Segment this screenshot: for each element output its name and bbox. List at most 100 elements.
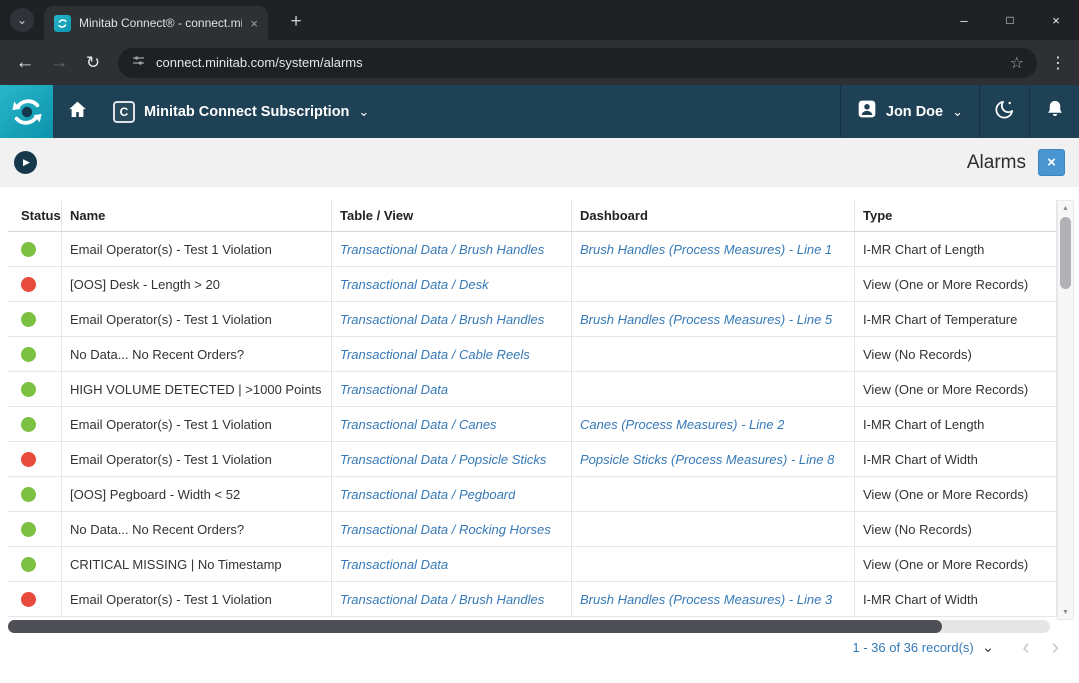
notifications-button[interactable] <box>1029 85 1079 138</box>
url-bar[interactable]: connect.minitab.com/system/alarms ☆ <box>118 48 1037 78</box>
chevron-down-icon: ⌄ <box>17 13 27 27</box>
table-view-link[interactable]: Transactional Data / Rocking Horses <box>340 522 551 537</box>
close-icon: × <box>1047 154 1056 171</box>
home-button[interactable] <box>53 85 101 138</box>
table-row[interactable]: CRITICAL MISSING | No Timestamp Transacti… <box>8 547 1057 582</box>
browser-titlebar: ⌄ Minitab Connect® - connect.mi × + – □ … <box>0 0 1079 40</box>
panel-close-button[interactable]: × <box>1038 149 1065 176</box>
page-size-dropdown-icon[interactable]: ⌄ <box>982 640 995 655</box>
new-tab-button[interactable]: + <box>284 10 308 34</box>
dashboard-cell <box>572 372 855 406</box>
user-name: Jon Doe <box>886 104 943 120</box>
table-view-cell: Transactional Data <box>332 372 572 406</box>
table-view-link[interactable]: Transactional Data / Brush Handles <box>340 592 544 607</box>
bell-icon <box>1045 99 1065 124</box>
next-page-icon[interactable]: › <box>1052 636 1059 658</box>
bookmark-star-icon[interactable]: ☆ <box>1010 53 1024 73</box>
vertical-scrollbar[interactable]: ▲ ▼ <box>1057 200 1074 620</box>
table-row[interactable]: [OOS] Pegboard - Width < 52Transactional… <box>8 477 1057 512</box>
column-header-status[interactable]: Status <box>8 200 62 231</box>
dashboard-link[interactable]: Brush Handles (Process Measures) - Line … <box>580 242 832 257</box>
table-view-cell: Transactional Data / Pegboard <box>332 477 572 511</box>
name-cell: Email Operator(s) - Test 1 Violation <box>62 232 332 266</box>
table-view-link[interactable]: Transactional Data / Brush Handles <box>340 242 544 257</box>
table-row[interactable]: Email Operator(s) - Test 1 Violation Tran… <box>8 442 1057 477</box>
column-header-dashboard[interactable]: Dashboard <box>572 200 855 231</box>
pagination: 1 - 36 of 36 record(s) ⌄ ‹ › <box>852 634 1059 660</box>
table-row[interactable]: HIGH VOLUME DETECTED | >1000 Points Trans… <box>8 372 1057 407</box>
horizontal-scrollbar[interactable] <box>8 620 1050 633</box>
status-cell <box>8 232 62 266</box>
home-icon <box>67 99 88 125</box>
horizontal-scrollbar-thumb[interactable] <box>8 620 942 633</box>
column-header-type[interactable]: Type <box>855 200 1057 231</box>
table-view-link[interactable]: Transactional Data <box>340 382 448 397</box>
tab-close-icon[interactable]: × <box>250 16 258 31</box>
status-dot-red <box>21 277 36 292</box>
moon-icon <box>993 98 1016 126</box>
name-cell: HIGH VOLUME DETECTED | >1000 Points <box>62 372 332 406</box>
column-header-name[interactable]: Name <box>62 200 332 231</box>
table-row[interactable]: No Data... No Recent Orders?Transactiona… <box>8 337 1057 372</box>
type-cell: I-MR Chart of Length <box>855 232 1057 266</box>
table-view-link[interactable]: Transactional Data / Brush Handles <box>340 312 544 327</box>
refresh-button[interactable]: ↻ <box>76 47 110 79</box>
minimize-button[interactable]: – <box>941 0 987 40</box>
browser-menu-icon[interactable]: ⋮ <box>1045 53 1071 73</box>
table-row[interactable]: Email Operator(s) - Test 1 ViolationTran… <box>8 582 1057 617</box>
status-cell <box>8 512 62 546</box>
scroll-up-icon[interactable]: ▲ <box>1058 201 1073 215</box>
table-view-link[interactable]: Transactional Data / Popsicle Sticks <box>340 452 546 467</box>
subscription-selector[interactable]: C Minitab Connect Subscription ⌄ <box>101 85 381 138</box>
play-button[interactable]: ▶ <box>14 151 37 174</box>
window-controls: – □ × <box>941 0 1079 40</box>
name-cell: No Data... No Recent Orders? <box>62 512 332 546</box>
dashboard-cell <box>572 547 855 581</box>
name-cell: CRITICAL MISSING | No Timestamp <box>62 547 332 581</box>
tab-search-button[interactable]: ⌄ <box>10 8 34 32</box>
table-row[interactable]: Email Operator(s) - Test 1 ViolationTran… <box>8 407 1057 442</box>
table-row[interactable]: No Data... No Recent Orders? Transactiona… <box>8 512 1057 547</box>
dashboard-cell: Popsicle Sticks (Process Measures) - Lin… <box>572 442 855 476</box>
browser-navbar: ← → ↻ connect.minitab.com/system/alarms … <box>0 40 1079 85</box>
alarms-content: StatusNameTable / ViewDashboardType Emai… <box>0 187 1079 683</box>
column-header-table-view[interactable]: Table / View <box>332 200 572 231</box>
vertical-scrollbar-thumb[interactable] <box>1060 217 1071 289</box>
table-view-link[interactable]: Transactional Data <box>340 557 448 572</box>
table-row[interactable]: Email Operator(s) - Test 1 Violation Tran… <box>8 232 1057 267</box>
user-menu[interactable]: Jon Doe ⌄ <box>840 85 979 138</box>
back-button[interactable]: ← <box>8 47 42 79</box>
status-dot-green <box>21 417 36 432</box>
minitab-connect-favicon-icon <box>54 15 71 32</box>
dashboard-link[interactable]: Brush Handles (Process Measures) - Line … <box>580 312 832 327</box>
dashboard-cell <box>572 512 855 546</box>
subscription-badge: C <box>113 101 135 123</box>
minitab-connect-logo[interactable] <box>0 85 53 138</box>
night-mode-button[interactable] <box>979 85 1029 138</box>
table-view-link[interactable]: Transactional Data / Cable Reels <box>340 347 530 362</box>
status-cell <box>8 407 62 441</box>
window-close-button[interactable]: × <box>1033 0 1079 40</box>
maximize-button[interactable]: □ <box>987 0 1033 40</box>
table-row[interactable]: Email Operator(s) - Test 1 ViolationTran… <box>8 302 1057 337</box>
previous-page-icon[interactable]: ‹ <box>1022 636 1029 658</box>
name-cell: Email Operator(s) - Test 1 Violation <box>62 442 332 476</box>
dashboard-link[interactable]: Brush Handles (Process Measures) - Line … <box>580 592 832 607</box>
table-view-link[interactable]: Transactional Data / Canes <box>340 417 497 432</box>
type-cell: I-MR Chart of Length <box>855 407 1057 441</box>
table-row[interactable]: [OOS] Desk - Length > 20Transactional Da… <box>8 267 1057 302</box>
site-info-icon[interactable] <box>131 53 146 73</box>
table-view-link[interactable]: Transactional Data / Pegboard <box>340 487 515 502</box>
dashboard-link[interactable]: Popsicle Sticks (Process Measures) - Lin… <box>580 452 834 467</box>
dashboard-cell <box>572 267 855 301</box>
table-view-link[interactable]: Transactional Data / Desk <box>340 277 489 292</box>
forward-button: → <box>42 47 76 79</box>
play-icon: ▶ <box>23 157 30 168</box>
dashboard-cell <box>572 337 855 371</box>
scroll-down-icon[interactable]: ▼ <box>1058 605 1073 619</box>
browser-tab[interactable]: Minitab Connect® - connect.mi × <box>44 6 268 40</box>
dashboard-link[interactable]: Canes (Process Measures) - Line 2 <box>580 417 784 432</box>
table-view-cell: Transactional Data <box>332 547 572 581</box>
status-dot-red <box>21 452 36 467</box>
dashboard-cell: Brush Handles (Process Measures) - Line … <box>572 582 855 616</box>
